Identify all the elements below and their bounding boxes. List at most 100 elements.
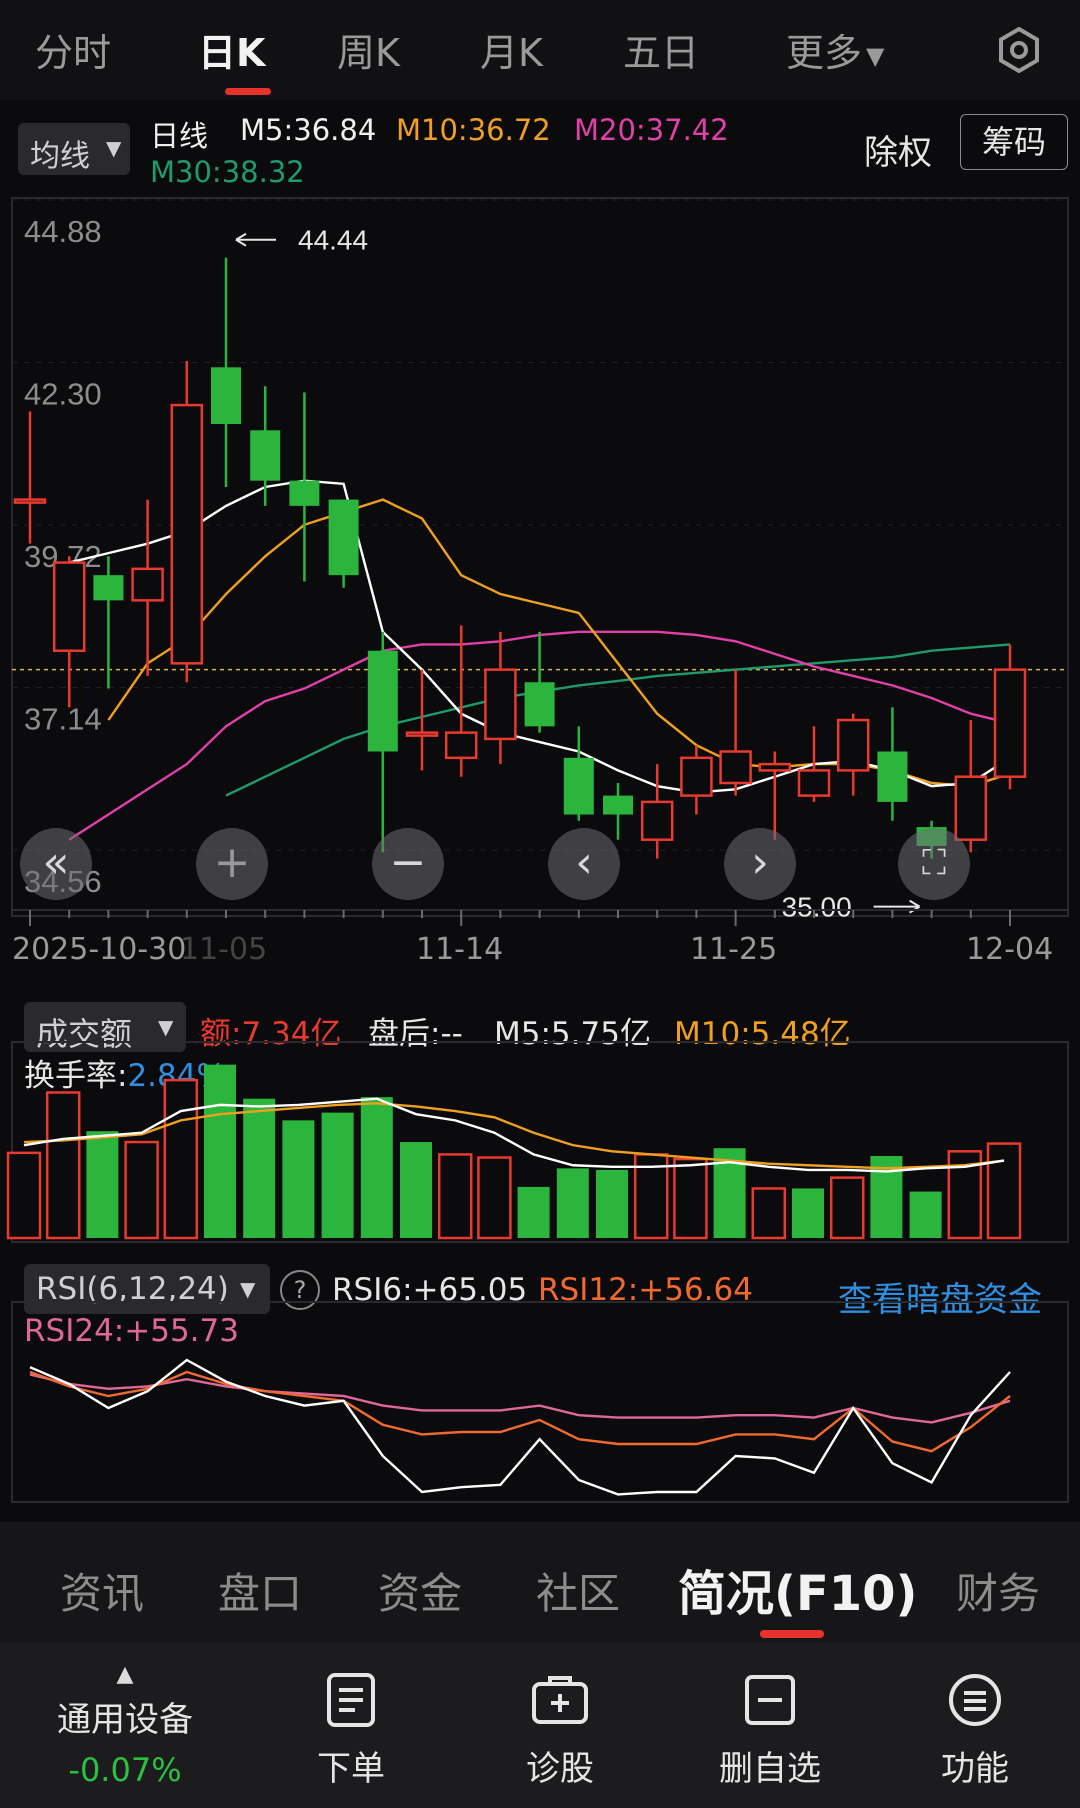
volume-bar-down bbox=[596, 1169, 628, 1238]
candle-body-up bbox=[836, 718, 870, 772]
volume-bar-down bbox=[400, 1142, 432, 1238]
ma-period-label: 日线 bbox=[150, 119, 209, 153]
settings-icon[interactable] bbox=[996, 26, 1042, 74]
price-axis-label: 42.30 bbox=[24, 377, 102, 412]
volume-bar-down bbox=[86, 1131, 119, 1238]
volume-bar-down bbox=[321, 1112, 354, 1238]
fullscreen-icon[interactable]: ⛶ bbox=[898, 828, 970, 900]
ma5-value: M5:36.84 bbox=[240, 113, 377, 147]
volume-bar-down bbox=[909, 1191, 942, 1238]
ma10-value: M10:36.72 bbox=[396, 113, 551, 147]
ex-rights-button[interactable]: 除权 bbox=[864, 125, 932, 174]
candle-body-up bbox=[52, 561, 86, 652]
candle-body-down bbox=[289, 480, 320, 506]
diagnose-button[interactable]: 诊股 bbox=[505, 1672, 615, 1790]
action-dock: ▲ 通用设备 -0.07% 下单 诊股 删自选 功能 bbox=[0, 1642, 1080, 1808]
volume-bar-up bbox=[163, 1078, 199, 1240]
remove-watchlist-label: 删自选 bbox=[719, 1749, 821, 1789]
tab-daily-k[interactable]: 日K bbox=[198, 22, 265, 77]
volume-chart[interactable] bbox=[0, 1040, 1080, 1245]
ma10-line bbox=[107, 498, 1011, 788]
date-label-end: 12-04 bbox=[966, 932, 1054, 967]
volume-bar-down bbox=[282, 1120, 315, 1238]
caret-down-icon: ▼ bbox=[240, 1277, 256, 1301]
chart-frame bbox=[11, 197, 1069, 917]
candle-body-down bbox=[211, 367, 241, 424]
date-label-faded: 11-05 bbox=[180, 932, 268, 967]
caret-down-icon: ▼ bbox=[158, 1015, 174, 1039]
sector-widget[interactable]: ▲ 通用设备 -0.07% bbox=[40, 1662, 210, 1789]
ma20-value: M20:37.42 bbox=[574, 113, 729, 147]
order-button[interactable]: 下单 bbox=[296, 1672, 406, 1790]
tab-financials[interactable]: 财务 bbox=[956, 1560, 1040, 1621]
remove-watchlist-icon bbox=[745, 1675, 795, 1725]
candle-body-up bbox=[13, 498, 47, 504]
candle-body-up bbox=[797, 769, 831, 797]
candle-body-down bbox=[877, 751, 908, 802]
tab-weekly-k[interactable]: 周K bbox=[337, 22, 400, 77]
chips-button[interactable]: 筹码 bbox=[960, 114, 1068, 170]
volume-bar-up bbox=[673, 1157, 708, 1240]
date-start: 2025-10-30 bbox=[12, 932, 187, 967]
tab-five-day[interactable]: 五日 bbox=[623, 22, 699, 77]
candle-body-up bbox=[131, 567, 164, 602]
tab-more-label: 更多 bbox=[786, 31, 863, 75]
volume-bar-up bbox=[986, 1142, 1022, 1240]
tab-more[interactable]: 更多 ▼ bbox=[786, 22, 884, 77]
volume-bar-down bbox=[556, 1168, 589, 1238]
order-icon bbox=[327, 1673, 375, 1727]
ma-select[interactable]: 均线 ▼ bbox=[18, 123, 130, 175]
functions-button[interactable]: 功能 bbox=[920, 1672, 1030, 1790]
candle-body-down bbox=[524, 682, 555, 727]
candle-body-up bbox=[444, 731, 478, 760]
rsi-chart[interactable] bbox=[0, 1300, 1080, 1510]
low-price-label: 35.00 bbox=[782, 892, 852, 923]
candle-body-up bbox=[484, 668, 517, 741]
candle-body-up bbox=[680, 756, 713, 797]
candle-body-down bbox=[563, 757, 594, 815]
volume-bar-up bbox=[477, 1156, 512, 1240]
ma-select-label: 均线 bbox=[30, 139, 90, 174]
candle-body-up bbox=[640, 800, 674, 841]
sector-name: 通用设备 bbox=[57, 1700, 193, 1740]
detail-tab-bar: 资讯 盘口 资金 社区 简况(F10) 财务 bbox=[0, 1522, 1080, 1642]
tab-orderbook[interactable]: 盘口 bbox=[218, 1560, 302, 1621]
candle-body-down bbox=[328, 499, 359, 576]
zoom-in-icon[interactable]: + bbox=[196, 828, 268, 900]
remove-watchlist-button[interactable]: 删自选 bbox=[700, 1672, 840, 1790]
caret-down-icon: ▼ bbox=[106, 136, 122, 160]
zoom-out-icon[interactable]: − bbox=[372, 828, 444, 900]
volume-bar-down bbox=[360, 1097, 393, 1238]
right-icon[interactable]: › bbox=[724, 828, 796, 900]
candle-body-up bbox=[170, 403, 204, 665]
tab-community[interactable]: 社区 bbox=[536, 1560, 620, 1621]
functions-label: 功能 bbox=[941, 1749, 1009, 1789]
diagnose-label: 诊股 bbox=[526, 1749, 594, 1789]
tab-monthly-k[interactable]: 月K bbox=[480, 22, 543, 77]
double-left-icon[interactable]: « bbox=[20, 828, 92, 900]
volume-bar-up bbox=[437, 1153, 473, 1240]
volume-bar-up bbox=[6, 1151, 42, 1240]
candle-body-down bbox=[367, 650, 398, 752]
high-price-label: 44.44 bbox=[298, 225, 368, 256]
price-axis-label: 37.14 bbox=[24, 702, 102, 737]
ma30-value: M30:38.32 bbox=[150, 155, 305, 189]
order-label: 下单 bbox=[317, 1749, 385, 1789]
volume-bar-down bbox=[517, 1186, 550, 1238]
volume-bar-up bbox=[124, 1140, 159, 1240]
volume-bar-down bbox=[243, 1098, 276, 1238]
active-tab-indicator bbox=[225, 88, 271, 95]
date-label-mid1: 11-14 bbox=[416, 932, 504, 967]
left-icon[interactable]: ‹ bbox=[548, 828, 620, 900]
tab-funds[interactable]: 资金 bbox=[378, 1560, 462, 1621]
volume-bar-up bbox=[751, 1187, 787, 1240]
candle-body-up bbox=[954, 775, 988, 841]
candle-body-up bbox=[758, 762, 792, 772]
tab-profile-f10[interactable]: 简况(F10) bbox=[678, 1554, 917, 1624]
tab-intraday[interactable]: 分时 bbox=[35, 22, 111, 77]
tab-news[interactable]: 资讯 bbox=[60, 1560, 144, 1621]
sector-change: -0.07% bbox=[68, 1751, 182, 1789]
period-tab-bar: 分时 日K 周K 月K 五日 更多 ▼ bbox=[0, 0, 1080, 100]
candle-body-down bbox=[93, 575, 124, 601]
volume-bar-down bbox=[204, 1064, 236, 1238]
